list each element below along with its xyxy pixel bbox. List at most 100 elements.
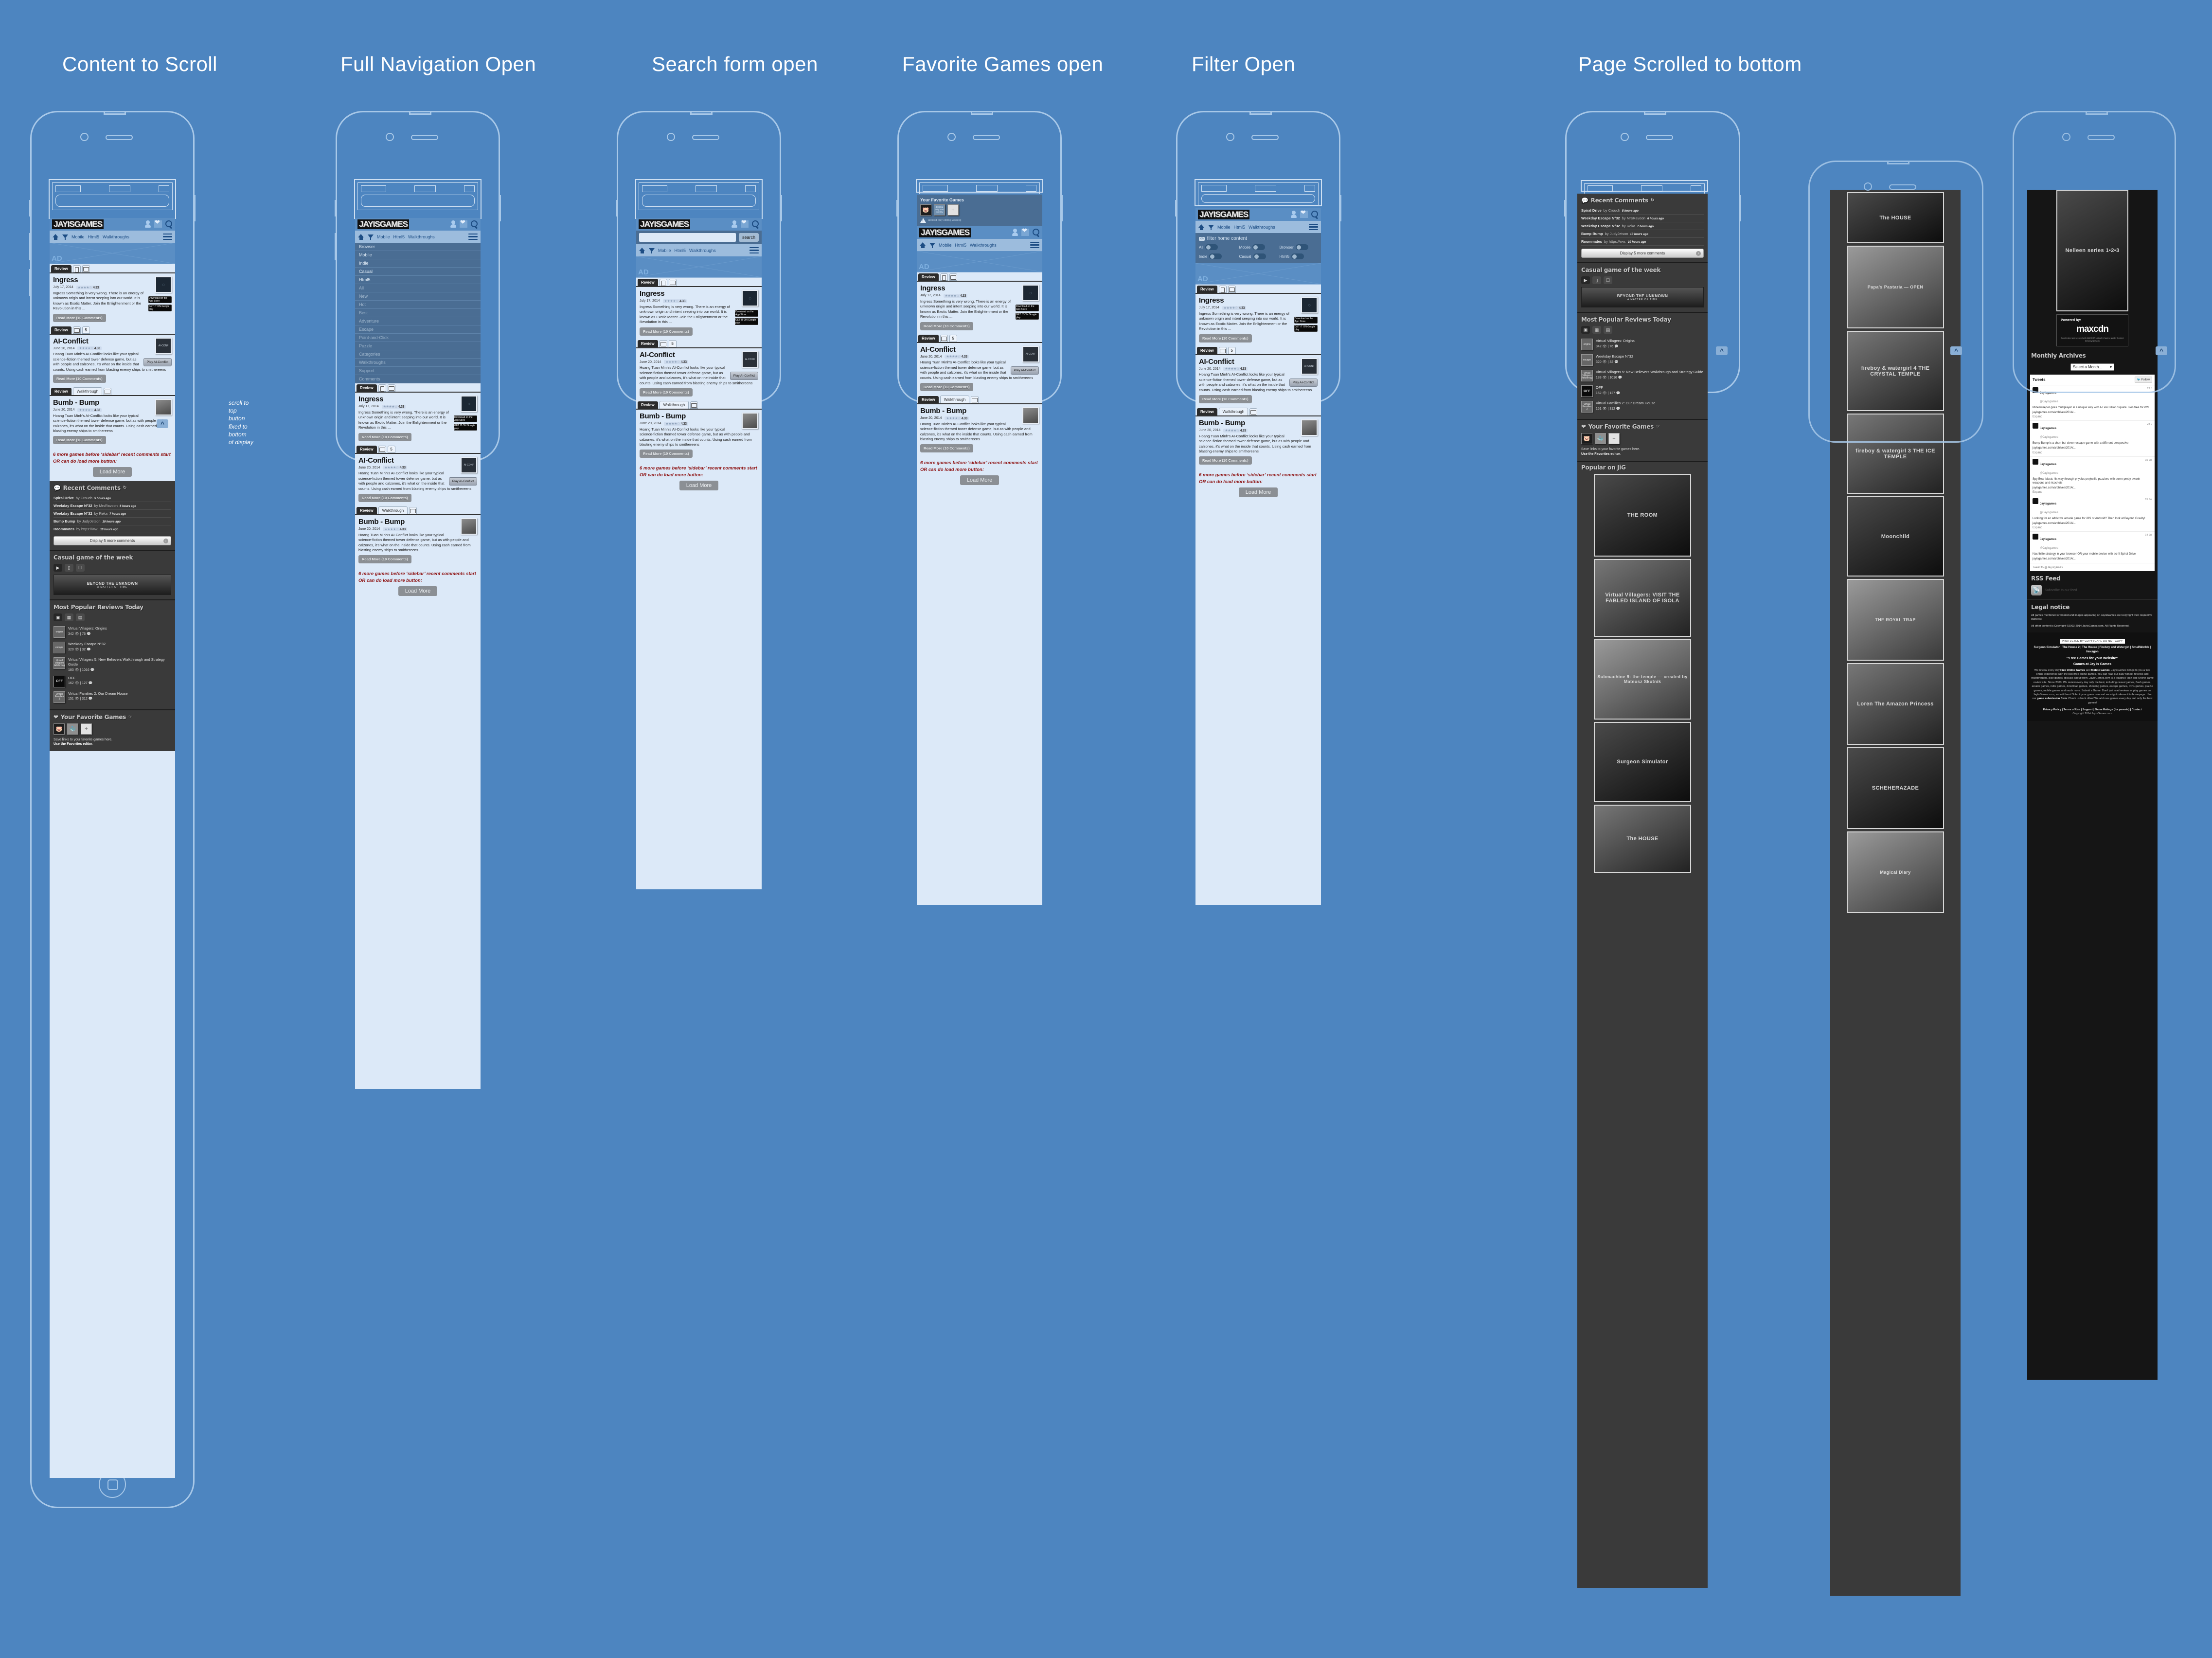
search-icon[interactable] <box>752 220 759 228</box>
favorites-heart-icon[interactable] <box>460 219 467 228</box>
article-thumbnail[interactable]: ◌ <box>155 276 172 293</box>
tab-review[interactable]: Review <box>357 445 377 453</box>
app-store-button[interactable]: Download on the App Store <box>735 310 758 317</box>
article-title[interactable]: AI-Conflict <box>1199 358 1318 366</box>
html5-icon[interactable] <box>387 445 395 453</box>
favorites-heart-icon[interactable] <box>154 219 162 228</box>
tab-walkthrough[interactable]: Walkthrough <box>659 401 689 409</box>
html5-icon[interactable] <box>668 340 677 347</box>
html5-icon[interactable] <box>82 326 90 334</box>
play-game-button[interactable]: Play AI-Conflict <box>448 477 477 486</box>
hamburger-menu-icon[interactable] <box>749 246 759 255</box>
google-play-button[interactable]: GET IT ON Google play <box>1016 313 1039 320</box>
article-title[interactable]: Ingress <box>920 285 1039 293</box>
week-icon[interactable]: ▦ <box>65 613 73 622</box>
article-thumbnail[interactable]: ◌ <box>1022 285 1039 302</box>
tablet-icon[interactable] <box>668 279 677 287</box>
load-more-button[interactable]: Load More <box>960 475 999 486</box>
toggle-switch[interactable] <box>1291 253 1304 260</box>
popular-review-row[interactable]: Virtual Villagers Walkthrough Virtual Vi… <box>54 655 171 674</box>
tweet-expand-link[interactable]: Expand <box>2033 526 2152 529</box>
popular-review-row[interactable]: Virtual Villagers Walkthrough Virtual Vi… <box>1581 368 1704 383</box>
rss-icon[interactable]: 📡 <box>2031 585 2042 596</box>
site-logo[interactable]: JAYISGAMES <box>639 219 690 229</box>
tweet-item[interactable]: Jayisgames @Jayisgames 14 Jul Nachhilfe s… <box>2030 532 2155 564</box>
tablet-icon[interactable] <box>387 384 395 392</box>
tweet-expand-link[interactable]: Expand <box>2033 451 2152 454</box>
hand-pointer-icon[interactable]: ☞ <box>128 715 132 720</box>
desktop-icon[interactable] <box>1249 408 1258 416</box>
read-more-button[interactable]: Read More (10 Comments) <box>358 555 411 564</box>
power-button[interactable] <box>193 195 196 221</box>
article-thumbnail[interactable]: ◌ <box>742 290 758 307</box>
read-more-button[interactable]: Read More (10 Comments) <box>1199 456 1252 465</box>
tweet-expand-link[interactable]: Expand <box>2033 491 2152 494</box>
filter-icon[interactable] <box>929 242 935 248</box>
tab-review[interactable]: Review <box>51 388 71 396</box>
volume-down-button[interactable] <box>29 269 32 296</box>
volume-up-button[interactable] <box>29 233 32 260</box>
popular-review-row[interactable]: Virtual Families 2 Virtual Families 2: O… <box>1581 399 1704 414</box>
tab-walkthrough[interactable]: Walkthrough <box>940 396 970 404</box>
article-thumbnail[interactable]: AI-CONF <box>1022 345 1039 362</box>
tab-walkthrough[interactable]: Walkthrough <box>378 506 408 515</box>
power-button[interactable] <box>780 195 782 221</box>
popular-review-row[interactable]: origins Virtual Villagers: Origins 342 👁… <box>54 624 171 640</box>
search-icon[interactable] <box>1033 229 1040 236</box>
app-store-button[interactable]: Download on the App Store <box>1294 317 1318 324</box>
filter-icon[interactable] <box>62 234 68 240</box>
popular-review-row[interactable]: OFF OFF 162 👁 | 127 💬 <box>54 674 171 689</box>
comment-row[interactable]: Bump Bump by JudyJetson 10 hours ago <box>54 518 171 526</box>
nav-item-hot[interactable]: Hot <box>355 301 481 309</box>
tweet-item[interactable]: Jayisgames @Jayisgames 23 J Bump Bump is … <box>2030 421 2155 457</box>
play-game-button[interactable]: Play AI-Conflict <box>1289 378 1318 387</box>
home-icon[interactable] <box>920 242 926 248</box>
nav-link-mobile[interactable]: Mobile <box>658 248 671 253</box>
tab-review[interactable]: Review <box>1197 286 1217 293</box>
user-icon[interactable] <box>145 220 151 228</box>
play-game-button[interactable]: Play AI-Conflict <box>143 358 172 366</box>
nav-link-mobile[interactable]: Mobile <box>71 234 85 239</box>
comment-row[interactable]: Weekday Escape N°32 by MrsRavoon 6 hours a… <box>1581 215 1704 222</box>
browser-address-bar[interactable] <box>361 195 475 207</box>
nav-link-html5[interactable]: Html5 <box>675 248 686 253</box>
search-submit-button[interactable]: search <box>738 233 759 242</box>
nav-link-walkthroughs[interactable]: Walkthroughs <box>1249 225 1275 230</box>
tab-review[interactable]: Review <box>918 334 939 342</box>
desktop-icon[interactable] <box>971 396 979 404</box>
scroll-to-top-button-6[interactable]: ^ <box>1716 346 1728 355</box>
popular-review-row[interactable]: OFF OFF 162 👁 | 127 💬 <box>1581 383 1704 399</box>
app-store-button[interactable]: Download on the App Store <box>1016 305 1039 312</box>
scroll-to-top-button-7[interactable]: ^ <box>1950 346 1962 355</box>
google-play-button[interactable]: GET IT ON Google play <box>454 424 477 431</box>
tweet-item[interactable]: Jayisgames @Jayisgames 15 Jul Spy Bear bl… <box>2030 457 2155 496</box>
search-icon[interactable] <box>165 220 173 228</box>
article-thumbnail[interactable] <box>461 518 477 535</box>
play-game-button[interactable]: Play AI-Conflict <box>1010 366 1039 375</box>
scroll-to-top-button-8[interactable]: ^ <box>2156 346 2167 355</box>
favorites-heart-icon[interactable] <box>1300 209 1308 218</box>
favorites-editor-link[interactable]: Use the Favorites editor <box>54 742 92 746</box>
read-more-button[interactable]: Read More (10 Comments) <box>53 313 106 322</box>
hamburger-menu-icon[interactable] <box>468 232 478 242</box>
comment-row[interactable]: Spiral Drive by Crouch 5 hours ago <box>1581 207 1704 215</box>
read-more-button[interactable]: Read More (10 Comments) <box>53 375 106 383</box>
read-more-button[interactable]: Read More (10 Comments) <box>920 322 973 330</box>
read-more-button[interactable]: Read More (10 Comments) <box>358 494 411 503</box>
article-thumbnail[interactable] <box>1301 419 1318 436</box>
nav-item-new[interactable]: New <box>355 292 481 301</box>
tab-review[interactable]: Review <box>51 265 71 273</box>
popular-review-row[interactable]: escape Weekday Escape N°32 320 👁 | 32 💬 <box>54 640 171 655</box>
browser-tabs[interactable] <box>361 185 475 192</box>
load-more-button[interactable]: Load More <box>92 467 132 477</box>
nav-link-mobile[interactable]: Mobile <box>939 243 952 248</box>
nav-item-categories[interactable]: Categories <box>355 350 481 359</box>
favorite-tile-overlay[interactable]: desktop only icon overlay <box>934 204 945 216</box>
site-logo[interactable]: JAYISGAMES <box>919 228 971 237</box>
footer-policy-links[interactable]: Privacy Policy | Terms of Use | Support … <box>2043 708 2142 711</box>
read-more-button[interactable]: Read More (10 Comments) <box>640 388 693 397</box>
popular-game-card[interactable]: Surgeon Simulator <box>1594 721 1691 802</box>
today-icon[interactable]: ▣ <box>54 613 62 622</box>
mobile-phone-icon[interactable] <box>1218 286 1227 293</box>
nav-link-mobile[interactable]: Mobile <box>377 234 390 239</box>
